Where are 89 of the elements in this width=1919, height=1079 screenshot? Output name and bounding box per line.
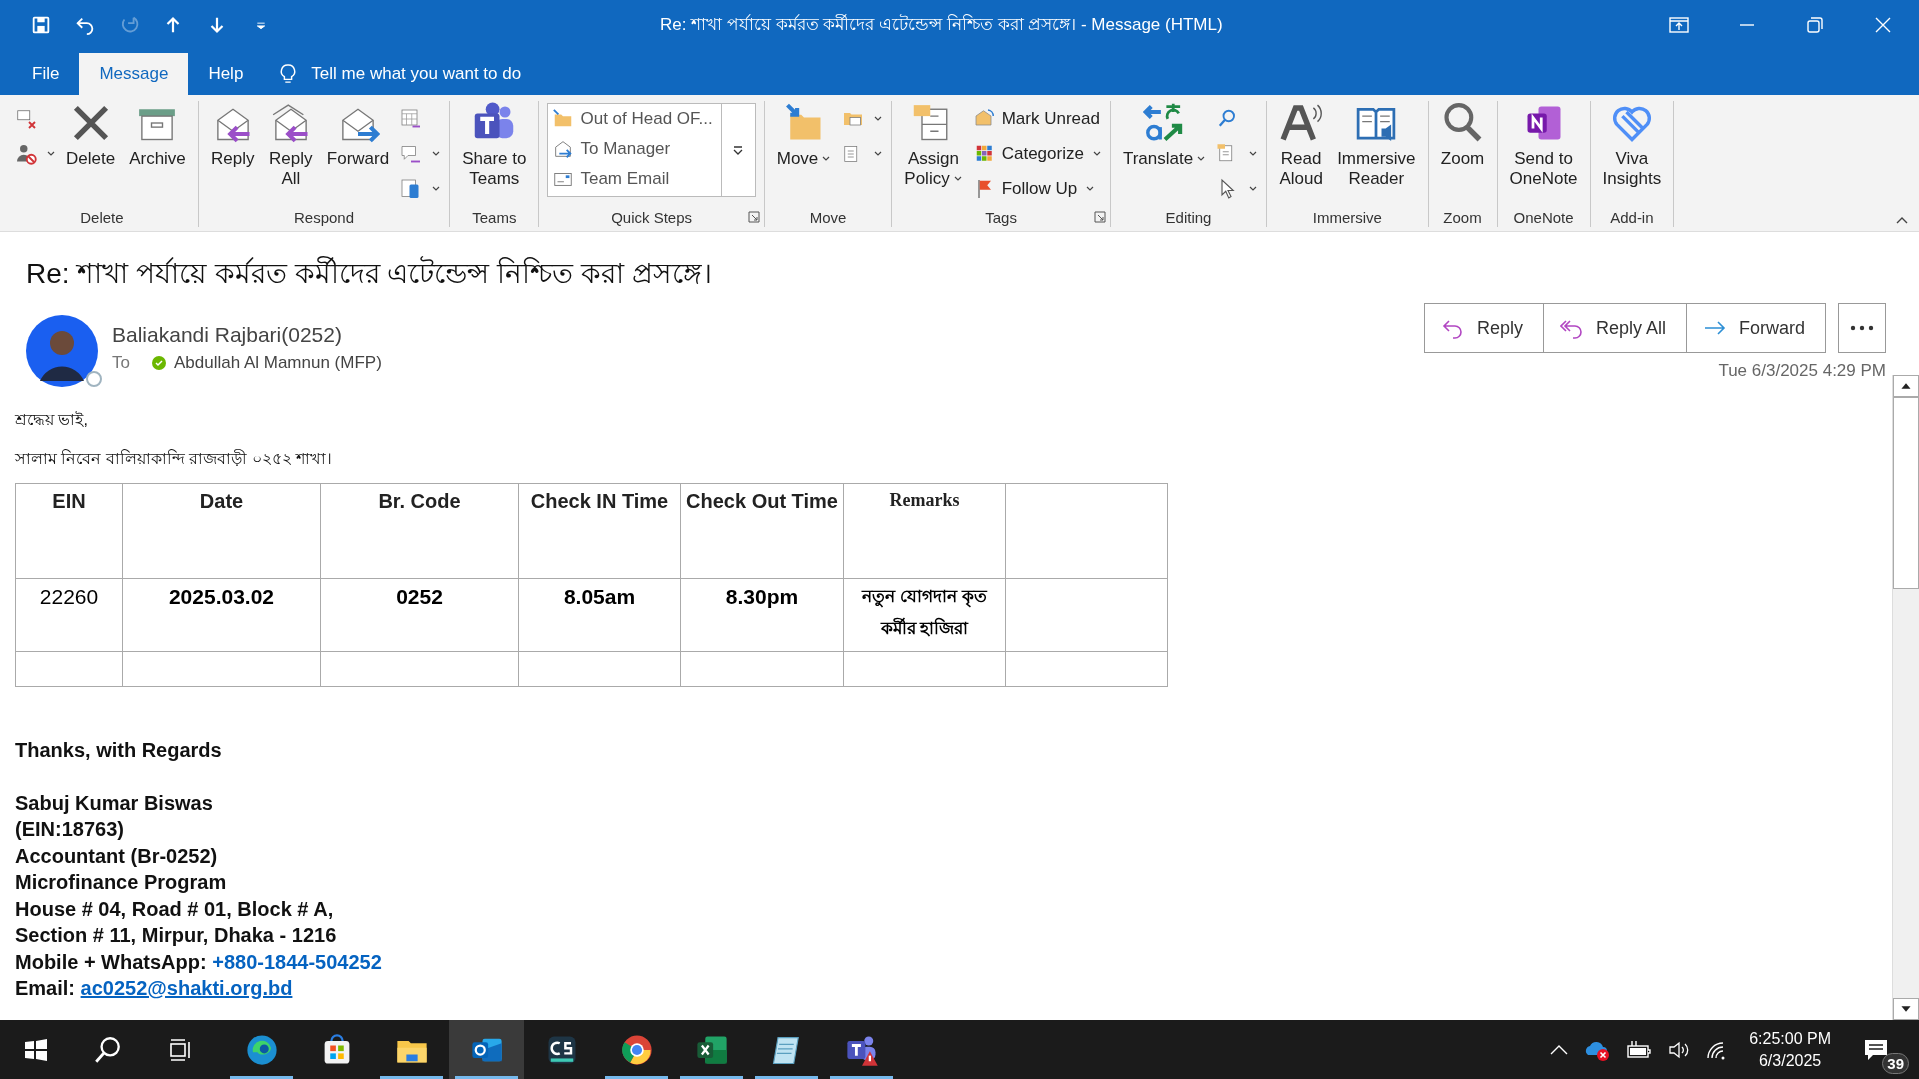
ribbon-button[interactable]: Immersive Reader [1333, 101, 1420, 190]
ribbon-button[interactable]: Reply All [264, 101, 317, 190]
intro-text: সালাম নিবেন বালিয়াকান্দি রাজবাড়ী ০২৫২ শাখা। [15, 448, 334, 469]
group-label: Tags [985, 208, 1017, 226]
scroll-up-icon[interactable] [1893, 375, 1919, 397]
ribbon-button[interactable]: Move [772, 101, 836, 170]
recipient-name[interactable]: Abdullah Al Mamnun (MFP) [173, 353, 382, 373]
table-header-cell: Check IN Time [518, 483, 681, 579]
restore-icon[interactable] [1805, 15, 1825, 35]
group-label: Quick Steps [611, 208, 693, 226]
table-cell: 0252 [320, 578, 519, 652]
available-status-icon [151, 356, 166, 370]
scroll-down-icon[interactable] [1893, 998, 1919, 1020]
ribbon-button[interactable]: Share to Teams [458, 101, 531, 190]
table-header-cell: Date [122, 483, 321, 579]
table-cell: 8.30pm [680, 578, 844, 652]
menu-tab[interactable]: File [12, 53, 80, 95]
table-header-cell: Check Out Time [680, 483, 844, 579]
group-label: Editing [1165, 208, 1212, 226]
to-label: To [112, 353, 130, 373]
ribbon-button[interactable]: Viva Insights [1598, 101, 1666, 190]
group-label: OneNote [1513, 208, 1574, 226]
ribbon-button[interactable]: Reply [206, 101, 259, 170]
signature-line: Sabuj Kumar Biswas [15, 790, 213, 816]
sender-name[interactable]: Baliakandi Rajbari(0252) [112, 323, 382, 347]
tell-me-field[interactable]: Tell me what you want to do [309, 63, 614, 85]
group-label: Teams [472, 208, 517, 226]
ribbon-button[interactable]: Categorize [972, 138, 1102, 169]
mail-app-icon[interactable] [449, 1020, 524, 1079]
group-label: Respond [294, 208, 355, 226]
ribbon-button[interactable]: Archive [125, 101, 190, 170]
signature-line: Section # 11, Mirpur, Dhaka - 1216 [15, 923, 337, 948]
presence-icon [86, 371, 102, 387]
quick-step[interactable]: Team Email [552, 166, 713, 192]
notification-count: 39 [1882, 1052, 1909, 1074]
chevron-up-icon[interactable] [1549, 1043, 1570, 1056]
dialog-launcher-icon[interactable] [747, 211, 760, 223]
group-label: Zoom [1443, 208, 1482, 226]
menu-tab[interactable]: Help [188, 53, 264, 95]
ribbon-button[interactable]: Send to OneNote [1505, 101, 1582, 190]
clock[interactable]: 6:25:00 PM 6/3/2025 [1749, 1029, 1831, 1070]
lightbulb-icon [279, 63, 298, 85]
quick-step[interactable]: To Manager [552, 136, 713, 162]
signature-line: Microfinance Program [15, 870, 227, 895]
scroll-thumb[interactable] [1893, 397, 1919, 589]
quick-step[interactable]: Out of Head OF... [552, 106, 713, 132]
table-cell: 22260 [15, 578, 123, 652]
envelope-arrow-icon [552, 138, 575, 160]
ribbon-button[interactable]: Assign Policy [900, 101, 967, 190]
closing-text: Thanks, with Regards [15, 738, 223, 763]
more-options-button[interactable] [1838, 303, 1886, 353]
ribbon-button[interactable]: Forward [322, 101, 394, 170]
phone-link[interactable]: +880-1844-504252 [212, 950, 382, 973]
signature-line: (EIN:18763) [15, 817, 124, 842]
table-header-cell: Br. Code [320, 483, 519, 579]
vertical-scrollbar[interactable] [1892, 375, 1919, 1020]
dialog-launcher-icon[interactable] [1093, 211, 1106, 223]
ribbon-display-icon[interactable] [1669, 15, 1689, 35]
greeting-text: শ্রদ্ধেয় ভাই, [15, 410, 89, 430]
window-title: Re: শাখা পর্যায়ে কর্মরত কর্মীদের এটেন্ডেন্স নিশ্চিত করা প্রসঙ্গে। - Message (HTML) [659, 13, 1224, 36]
close-icon[interactable] [1873, 15, 1893, 35]
message-date: Tue 6/3/2025 4:29 PM [1718, 361, 1886, 381]
avatar-silhouette [26, 315, 98, 387]
ribbon-button[interactable]: Zoom [1436, 101, 1489, 170]
group-label: Add-in [1610, 208, 1654, 226]
table-cell: 2025.03.02 [122, 578, 321, 652]
group-label: Move [809, 208, 847, 226]
collapse-ribbon-icon[interactable] [1895, 215, 1909, 225]
table-cell: নতুন যোগদান কৃত কর্মীর হাজিরা [843, 578, 1006, 652]
ribbon-button[interactable]: Read Aloud [1275, 101, 1328, 190]
signature-line: House # 04, Road # 01, Block # A, [15, 896, 334, 922]
phone-label: Mobile + WhatsApp: [15, 950, 207, 973]
table-header-cell: EIN [15, 483, 123, 579]
ribbon-button[interactable]: Delete [62, 101, 120, 170]
group-label: Delete [80, 208, 124, 226]
notification-icon[interactable] [1863, 1037, 1889, 1062]
ellipsis-icon [1850, 325, 1874, 331]
group-label: Immersive [1312, 208, 1382, 226]
email-label: Email: [15, 977, 76, 999]
email-link[interactable]: ac0252@shakti.org.bd [80, 977, 293, 999]
battery-icon[interactable] [1625, 1039, 1654, 1060]
table-cell: 8.05am [518, 578, 681, 652]
table-header-cell: Remarks [843, 483, 1006, 579]
ribbon-button[interactable]: Follow Up [972, 173, 1102, 204]
ribbon-button[interactable]: Translate [1118, 101, 1211, 170]
ribbon-button[interactable]: Mark Unread [972, 103, 1102, 134]
menu-tab[interactable]: Message [79, 53, 189, 95]
message-subject: Re: শাখা পর্যায়ে কর্মরত কর্মীদের এটেন্ডেন্স নিশ্চিত করা প্রসঙ্গে। [26, 255, 713, 291]
signature-line: Accountant (Br-0252) [15, 843, 218, 869]
